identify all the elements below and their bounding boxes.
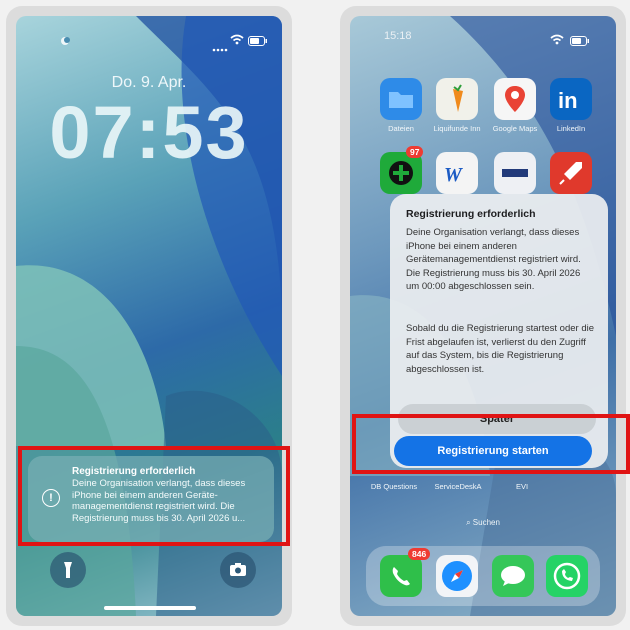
svg-text:W: W <box>444 164 463 186</box>
dialog-paragraph-2: Sobald du die Registrierung startest ode… <box>406 323 595 375</box>
w-app-icon[interactable]: W <box>436 152 478 194</box>
highlight-box-start-button <box>352 414 630 474</box>
search-label: Suchen <box>472 518 500 527</box>
linkedin-icon[interactable]: in <box>550 78 592 120</box>
dialog-paragraph-1: Deine Organisation verlangt, dass dieses… <box>406 227 581 292</box>
app-label-files: Dateien <box>388 124 414 133</box>
svg-text:in: in <box>558 88 578 113</box>
search-pill[interactable]: ⌕ Suchen <box>350 518 616 528</box>
wifi-icon <box>550 32 564 50</box>
files-app-icon[interactable] <box>380 78 422 120</box>
phone-app-icon[interactable] <box>380 555 422 597</box>
app-label-db-questions: DB Questions <box>370 482 418 491</box>
search-icon: ⌕ <box>466 518 473 527</box>
banner-app-icon[interactable] <box>494 152 536 194</box>
flashlight-button[interactable] <box>50 552 86 588</box>
lock-clock: 07:53 <box>49 91 249 174</box>
status-time: 15:18 <box>384 30 412 42</box>
flashlight-icon <box>64 562 72 578</box>
cellular-dots-icon <box>212 39 228 57</box>
highlight-box-notification <box>18 446 290 546</box>
dialog-title: Registrierung erforderlich <box>406 208 536 220</box>
phone-badge: 846 <box>408 548 431 560</box>
notification-badge: 97 <box>406 146 424 158</box>
safari-icon[interactable] <box>436 555 478 597</box>
battery-icon <box>248 33 268 51</box>
app-label-linkedin: LinkedIn <box>556 124 586 133</box>
google-maps-icon[interactable] <box>494 78 536 120</box>
messages-icon[interactable] <box>492 555 534 597</box>
dock: 846 <box>366 546 600 606</box>
app-label-liquifunde: Liquifunde Inn <box>433 124 481 133</box>
app-label-evi: EVI <box>515 482 529 491</box>
battery-icon <box>570 33 590 51</box>
home-indicator[interactable] <box>104 606 196 610</box>
whatsapp-icon[interactable] <box>546 555 588 597</box>
plus-app-icon[interactable] <box>380 152 422 194</box>
wifi-icon <box>230 32 244 50</box>
right-phone: 15:18 Dateien Liquifunde Inn Google Maps… <box>340 6 626 626</box>
carrot-app-icon[interactable] <box>436 78 478 120</box>
camera-button[interactable] <box>220 552 256 588</box>
focus-moon-icon <box>60 33 70 51</box>
rocket-app-icon[interactable] <box>550 152 592 194</box>
camera-icon <box>230 563 246 576</box>
app-label-servicedesk: ServiceDeskA <box>434 482 482 491</box>
home-screen: 15:18 Dateien Liquifunde Inn Google Maps… <box>350 16 616 616</box>
app-label-google-maps: Google Maps <box>492 124 538 133</box>
